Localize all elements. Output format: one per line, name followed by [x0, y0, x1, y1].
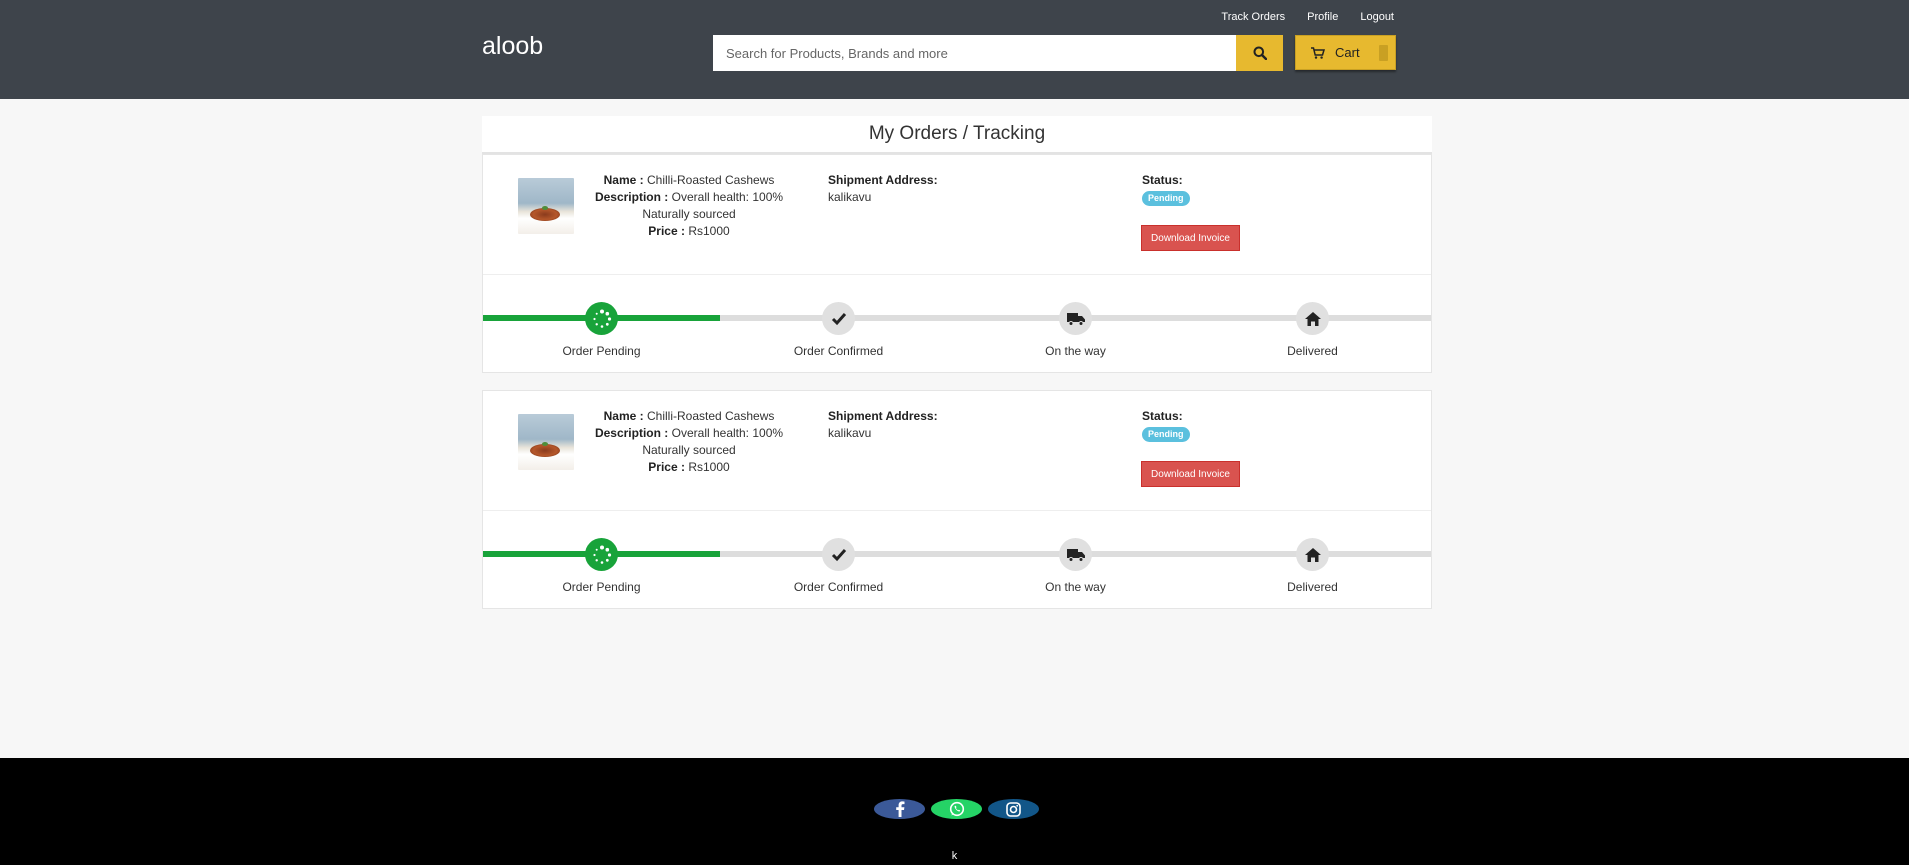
product-name: Chilli-Roasted Cashews — [646, 409, 775, 423]
order-tracker: Order Pending Order Confirmed On the way… — [483, 511, 1431, 609]
step-label: On the way — [1045, 580, 1106, 594]
shipment-label: Shipment Address: — [828, 409, 938, 423]
step-label: Order Pending — [562, 344, 641, 358]
search-button[interactable] — [1236, 35, 1283, 71]
product-price: Rs1000 — [688, 224, 730, 238]
shipment-address: kalikavu — [828, 426, 872, 440]
page-title: My Orders / Tracking — [868, 123, 1046, 144]
status-badge: Pending — [1142, 191, 1190, 206]
top-nav: Track Orders Profile Logout — [1221, 11, 1394, 23]
step-label: On the way — [1045, 344, 1106, 358]
price-label: Price : — [648, 224, 685, 238]
logout-link[interactable]: Logout — [1360, 11, 1394, 23]
track-orders-link[interactable]: Track Orders — [1221, 11, 1285, 23]
name-label: Name : — [603, 409, 644, 423]
step-delivered: Delivered — [1194, 302, 1431, 358]
description-label: Description : — [594, 426, 669, 440]
check-icon — [831, 312, 846, 325]
product-name: Chilli-Roasted Cashews — [646, 173, 775, 187]
step-order-pending: Order Pending — [483, 302, 720, 358]
order-tracker: Order Pending Order Confirmed On the way… — [483, 275, 1431, 373]
status-info: Status: Pending — [1142, 408, 1190, 442]
instagram-icon — [1006, 801, 1021, 817]
spinner-icon — [592, 545, 611, 564]
price-label: Price : — [648, 460, 685, 474]
order-card: Name : Chilli-Roasted Cashews Descriptio… — [482, 390, 1432, 609]
shipment-info: Shipment Address: kalikavu — [828, 408, 938, 442]
cart-label: Cart — [1335, 45, 1360, 60]
whatsapp-link[interactable] — [931, 799, 982, 819]
social-links — [874, 799, 1039, 819]
facebook-link[interactable] — [874, 799, 925, 819]
page-title-bar: My Orders / Tracking — [482, 116, 1432, 154]
cart-count-badge — [1378, 44, 1388, 61]
step-order-confirmed: Order Confirmed — [720, 302, 957, 358]
check-icon — [831, 548, 846, 561]
step-on-the-way: On the way — [957, 538, 1194, 594]
product-info: Name : Chilli-Roasted Cashews Descriptio… — [589, 408, 789, 476]
step-label: Order Confirmed — [793, 580, 884, 594]
product-price: Rs1000 — [688, 460, 730, 474]
footer-text: k — [951, 850, 958, 862]
brand-logo[interactable]: aloob — [482, 32, 543, 61]
whatsapp-icon — [949, 801, 964, 817]
step-label: Order Pending — [562, 580, 641, 594]
home-icon — [1304, 311, 1321, 326]
status-info: Status: Pending — [1142, 172, 1190, 206]
instagram-link[interactable] — [988, 799, 1039, 819]
download-invoice-button[interactable]: Download Invoice — [1141, 225, 1240, 251]
status-label: Status: — [1142, 173, 1183, 187]
profile-link[interactable]: Profile — [1307, 11, 1338, 23]
site-footer: k — [0, 758, 1909, 865]
step-order-pending: Order Pending — [483, 538, 720, 594]
search-icon — [1253, 46, 1267, 60]
facebook-icon — [895, 801, 904, 817]
download-invoice-button[interactable]: Download Invoice — [1141, 461, 1240, 487]
shipment-info: Shipment Address: kalikavu — [828, 172, 938, 206]
truck-icon — [1066, 312, 1085, 326]
step-on-the-way: On the way — [957, 302, 1194, 358]
name-label: Name : — [603, 173, 644, 187]
status-label: Status: — [1142, 409, 1183, 423]
truck-icon — [1066, 548, 1085, 562]
product-thumbnail[interactable] — [518, 414, 574, 470]
spinner-icon — [592, 309, 611, 328]
description-label: Description : — [594, 190, 669, 204]
step-delivered: Delivered — [1194, 538, 1431, 594]
step-order-confirmed: Order Confirmed — [720, 538, 957, 594]
home-icon — [1304, 547, 1321, 562]
cart-icon — [1311, 46, 1325, 59]
top-header: aloob Track Orders Profile Logout Cart — [0, 0, 1909, 99]
product-info: Name : Chilli-Roasted Cashews Descriptio… — [589, 172, 789, 240]
shipment-address: kalikavu — [828, 190, 872, 204]
step-label: Delivered — [1287, 344, 1338, 358]
step-label: Delivered — [1287, 580, 1338, 594]
cart-button[interactable]: Cart — [1295, 35, 1396, 70]
product-thumbnail[interactable] — [518, 178, 574, 234]
search-bar — [713, 35, 1283, 71]
order-card: Name : Chilli-Roasted Cashews Descriptio… — [482, 154, 1432, 373]
step-label: Order Confirmed — [793, 344, 884, 358]
status-badge: Pending — [1142, 427, 1190, 442]
shipment-label: Shipment Address: — [828, 173, 938, 187]
search-input[interactable] — [713, 35, 1236, 71]
